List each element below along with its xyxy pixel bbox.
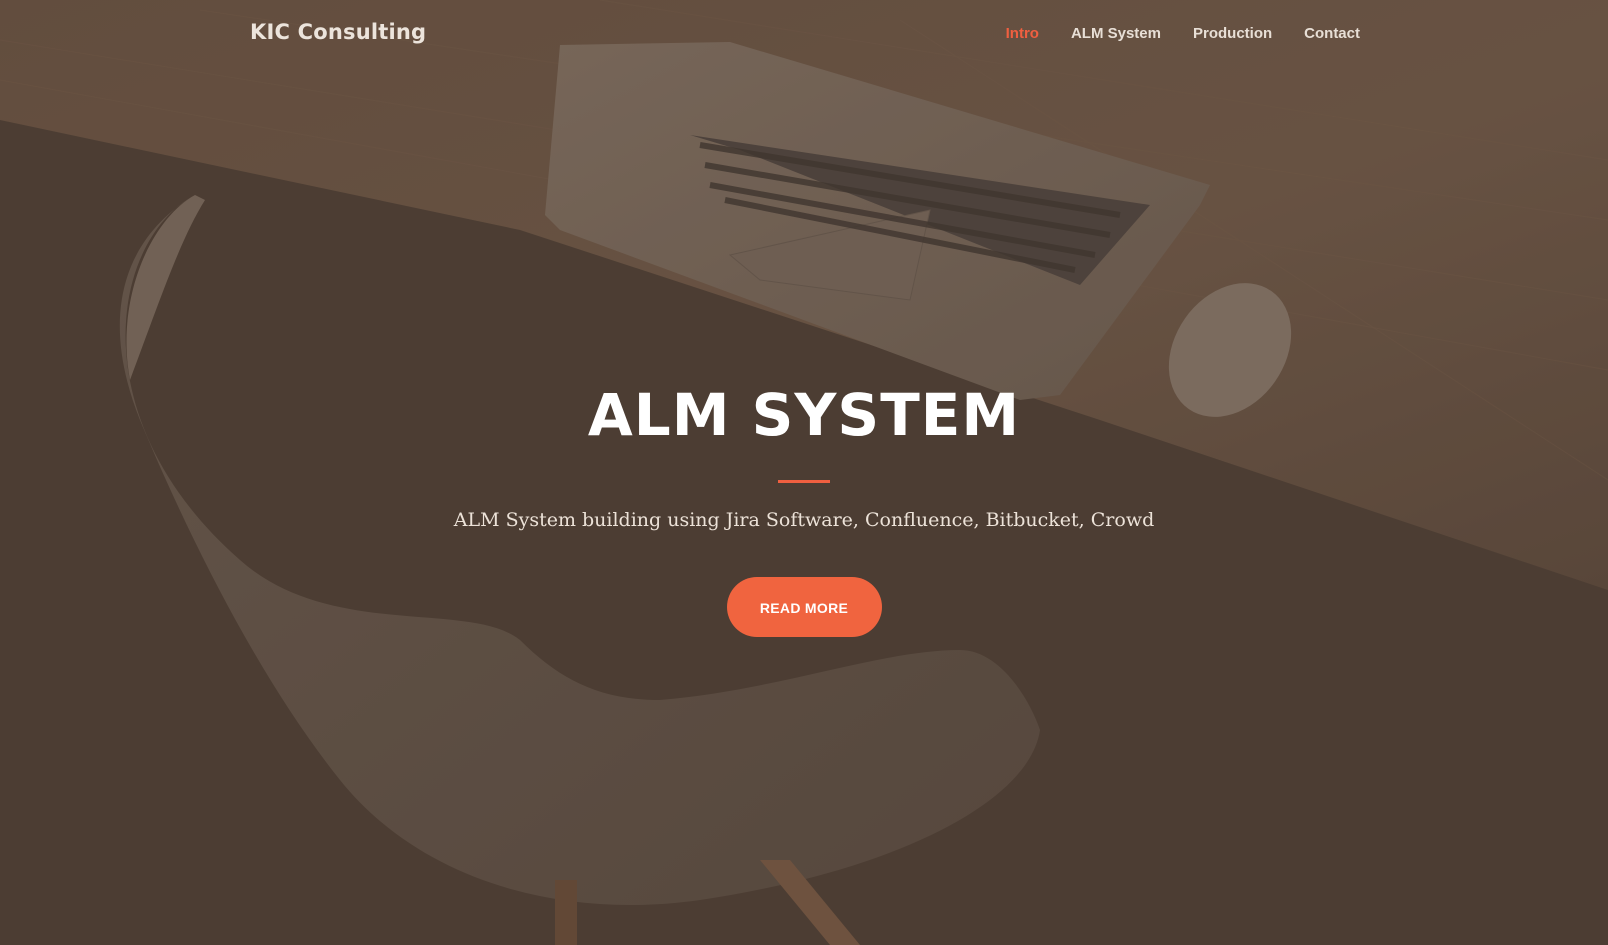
- title-divider: [778, 480, 830, 483]
- brand-logo-link[interactable]: KIC Consulting: [250, 20, 426, 44]
- top-navbar: KIC Consulting Intro ALM System Producti…: [0, 0, 1608, 70]
- hero-section: ALM SYSTEM ALM System building using Jir…: [0, 380, 1608, 637]
- read-more-button[interactable]: READ MORE: [726, 577, 882, 637]
- page: KIC Consulting Intro ALM System Producti…: [0, 0, 1608, 945]
- hero-title: ALM SYSTEM: [587, 381, 1021, 449]
- nav-item-contact[interactable]: Contact: [1304, 25, 1360, 42]
- nav-menu: Intro ALM System Production Contact: [1006, 25, 1360, 42]
- hero-subtitle: ALM System building using Jira Software,…: [453, 509, 1155, 531]
- nav-item-production[interactable]: Production: [1193, 25, 1272, 42]
- nav-item-intro[interactable]: Intro: [1006, 25, 1039, 42]
- nav-item-alm-system[interactable]: ALM System: [1071, 25, 1161, 42]
